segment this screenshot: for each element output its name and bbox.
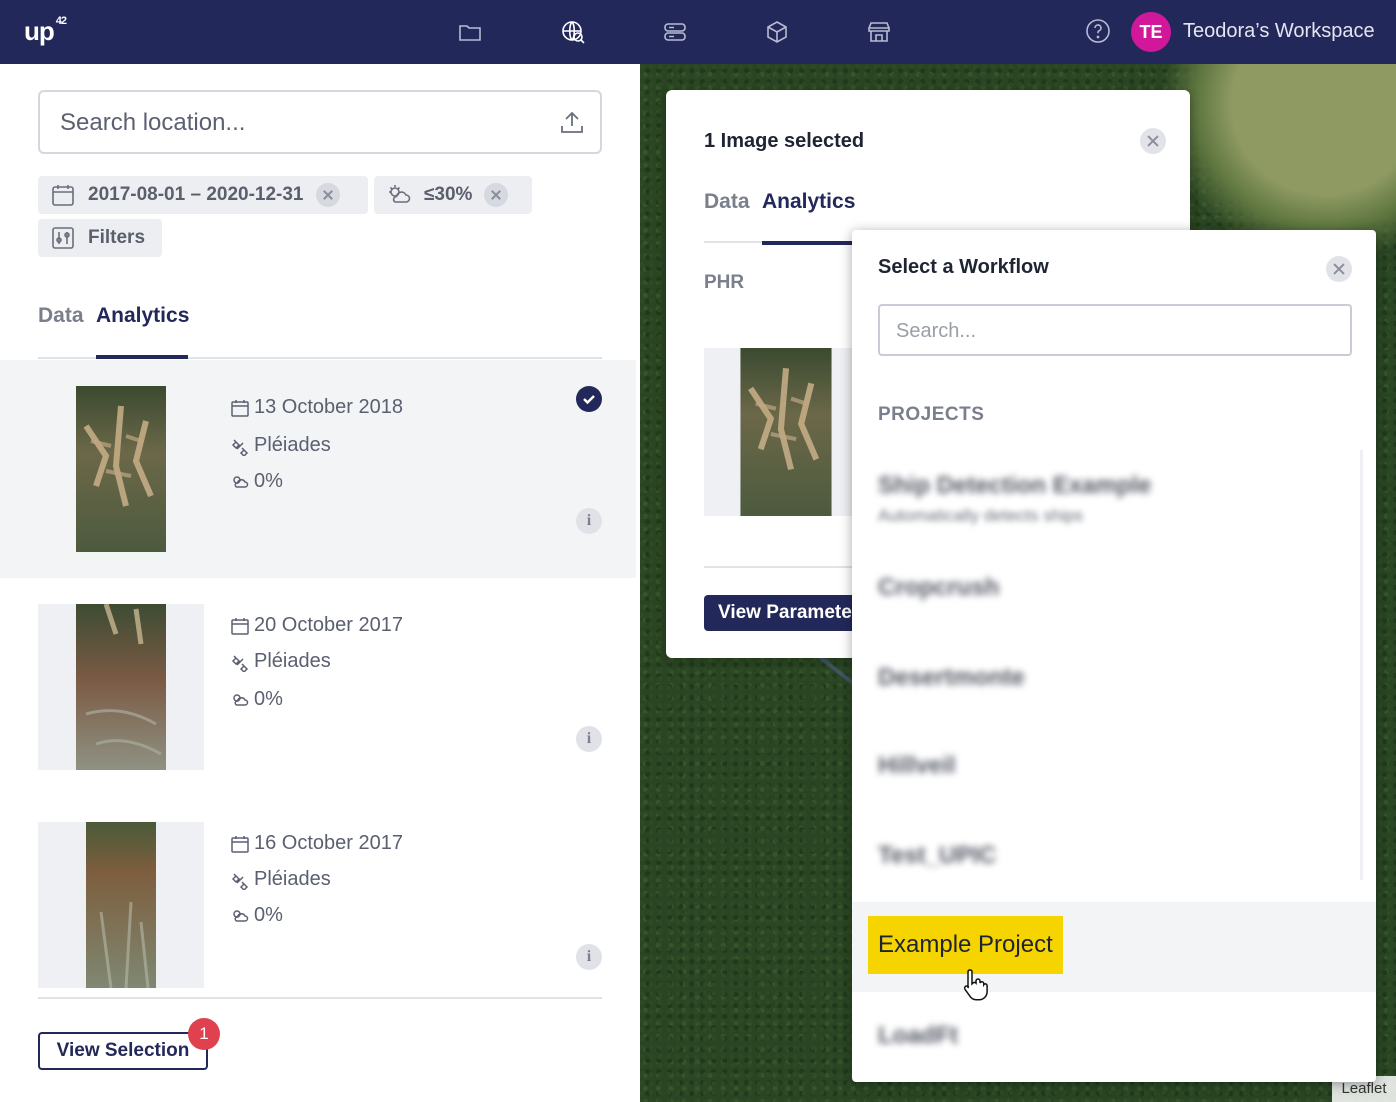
result-sensor-text: Pléiades	[254, 650, 331, 672]
result-item[interactable]: 13 October 2018 Pléiades 0% i	[0, 360, 636, 578]
avatar[interactable]: TE	[1131, 12, 1171, 52]
result-date: 13 October 2018	[230, 396, 403, 419]
satellite-thumbnail	[86, 822, 156, 988]
result-item[interactable]: 16 October 2017 Pléiades 0% i	[0, 796, 636, 1014]
result-cloud: 0%	[230, 470, 283, 493]
logo-superscript: 42	[55, 15, 67, 28]
hand-pointer-icon	[963, 969, 988, 1001]
divider	[38, 997, 602, 999]
project-item[interactable]: Test_UPIC	[878, 842, 996, 870]
location-search-input[interactable]	[60, 108, 540, 138]
clear-date-filter-icon[interactable]	[315, 183, 340, 207]
result-cloud: 0%	[230, 688, 283, 711]
filters-button[interactable]: Filters	[38, 219, 162, 257]
folder-icon[interactable]	[456, 18, 484, 46]
project-item-description: Automatically detects ships	[878, 506, 1084, 525]
result-thumbnail	[38, 386, 204, 552]
result-sensor: Pléiades	[230, 434, 331, 457]
project-item[interactable]: LoadFt	[878, 1022, 958, 1050]
result-thumbnail	[38, 822, 204, 988]
project-item[interactable]: Hillveil	[878, 752, 955, 780]
result-date-text: 13 October 2018	[254, 396, 403, 418]
storage-icon[interactable]	[661, 18, 689, 46]
cloud-cover-value: ≤30%	[424, 184, 473, 205]
selection-title: 1 Image selected	[704, 130, 865, 152]
result-thumbnail	[38, 604, 204, 770]
result-sensor: Pléiades	[230, 650, 331, 673]
tab-data[interactable]: Data	[38, 304, 84, 357]
search-sidebar: 2017-08-01 – 2020-12-31 ≤30% Filters Dat…	[0, 64, 640, 1102]
cloud-sun-icon	[230, 472, 250, 492]
selected-check-icon[interactable]	[576, 386, 602, 412]
projects-section-label: PROJECTS	[878, 404, 985, 425]
tab-analytics[interactable]: Analytics	[762, 190, 855, 245]
project-item[interactable]: Desertmonte	[878, 664, 1025, 692]
logo-text: up	[24, 16, 55, 46]
view-selection-button[interactable]: View Selection	[38, 1032, 208, 1070]
result-cloud-text: 0%	[254, 904, 283, 926]
result-date-text: 20 October 2017	[254, 614, 403, 636]
clear-cloud-filter-icon[interactable]	[484, 183, 509, 207]
popover-title: Select a Workflow	[878, 256, 1049, 278]
globe-search-icon[interactable]	[559, 18, 587, 46]
tab-analytics[interactable]: Analytics	[96, 304, 189, 359]
workspace-name[interactable]: Teodora’s Workspace	[1183, 20, 1375, 43]
sliders-icon	[50, 225, 76, 251]
location-search-box	[38, 90, 602, 154]
date-range-filter-chip[interactable]: 2017-08-01 – 2020-12-31	[38, 176, 368, 214]
selection-count-badge: 1	[188, 1018, 220, 1050]
cloud-cover-filter-chip[interactable]: ≤30%	[374, 176, 532, 214]
info-icon[interactable]: i	[576, 726, 602, 752]
upload-icon[interactable]	[558, 108, 588, 138]
tab-data[interactable]: Data	[704, 190, 750, 243]
selected-thumbnail	[704, 348, 864, 516]
satellite-icon	[230, 870, 250, 891]
scrollbar[interactable]	[1360, 450, 1363, 880]
result-sensor-text: Pléiades	[254, 868, 331, 890]
collection-label: PHR	[704, 272, 745, 293]
result-sensor-text: Pléiades	[254, 434, 331, 456]
satellite-icon	[230, 652, 250, 673]
help-circle-icon[interactable]	[1085, 18, 1113, 46]
result-cloud: 0%	[230, 904, 283, 927]
cloud-sun-icon	[230, 906, 250, 926]
satellite-thumbnail	[76, 604, 166, 770]
storefront-icon[interactable]	[865, 18, 893, 46]
date-range-value: 2017-08-01 – 2020-12-31	[88, 184, 304, 205]
workflow-search-box	[878, 304, 1352, 356]
calendar-icon	[230, 616, 250, 636]
select-workflow-popover: Select a Workflow PROJECTS Ship Detectio…	[852, 230, 1376, 1082]
cloud-sun-icon	[386, 182, 412, 208]
result-date: 20 October 2017	[230, 614, 403, 637]
project-item[interactable]: Ship Detection Example	[878, 472, 1151, 500]
filters-label: Filters	[88, 227, 146, 248]
close-icon[interactable]	[1140, 128, 1166, 154]
calendar-icon	[230, 398, 250, 418]
cube-icon[interactable]	[763, 18, 791, 46]
satellite-thumbnail	[740, 348, 832, 516]
cloud-sun-icon	[230, 690, 250, 710]
calendar-icon	[230, 834, 250, 854]
result-cloud-text: 0%	[254, 688, 283, 710]
result-date-text: 16 October 2017	[254, 832, 403, 854]
satellite-thumbnail	[76, 386, 166, 552]
satellite-icon	[230, 436, 250, 457]
result-date: 16 October 2017	[230, 832, 403, 855]
info-icon[interactable]: i	[576, 944, 602, 970]
left-tabs: Data Analytics	[38, 304, 602, 359]
workflow-search-input[interactable]	[896, 318, 1326, 344]
calendar-icon	[50, 182, 76, 208]
top-nav-bar: up 42 TE Teodora’s Workspace	[0, 0, 1396, 64]
project-item[interactable]: Cropcrush	[878, 574, 999, 602]
close-icon[interactable]	[1326, 256, 1352, 282]
result-item[interactable]: 20 October 2017 Pléiades 0% i	[0, 578, 636, 796]
result-sensor: Pléiades	[230, 868, 331, 891]
info-icon[interactable]: i	[576, 508, 602, 534]
up42-logo[interactable]: up 42	[24, 15, 67, 47]
result-cloud-text: 0%	[254, 470, 283, 492]
